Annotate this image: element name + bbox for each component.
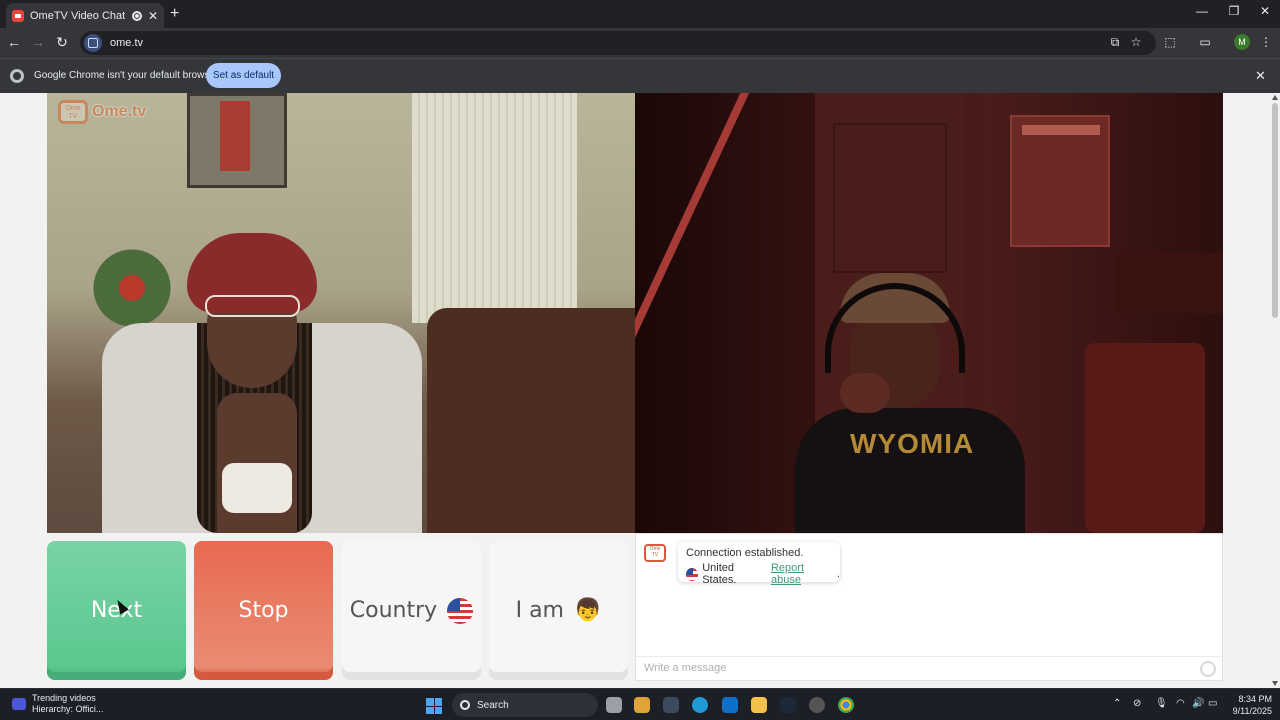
ometv-logo: Ome TV Ome.tv bbox=[58, 100, 146, 124]
forward-arrow-icon[interactable]: → bbox=[28, 34, 48, 50]
reload-icon[interactable]: ↻ bbox=[52, 34, 72, 51]
partner-person bbox=[177, 233, 357, 533]
us-flag-icon bbox=[686, 567, 699, 581]
new-tab-button[interactable]: + bbox=[170, 5, 179, 23]
microphone-icon[interactable]: 🎙 bbox=[1155, 698, 1168, 709]
window-blinds bbox=[412, 93, 577, 323]
lightsaber bbox=[635, 93, 753, 359]
sofa bbox=[427, 308, 635, 533]
wall-picture bbox=[187, 93, 287, 188]
scroll-thumb[interactable] bbox=[1272, 103, 1278, 318]
shirt-print: WYOMIA bbox=[850, 428, 975, 459]
volume-icon[interactable]: 🔊 bbox=[1192, 698, 1204, 709]
ometv-logo-icon: Ome TV bbox=[58, 100, 88, 124]
shelf bbox=[1115, 253, 1223, 313]
side-panel-icon[interactable]: ▭ bbox=[1196, 35, 1214, 49]
back-arrow-icon[interactable]: ← bbox=[4, 34, 24, 50]
country-label: Country bbox=[349, 598, 438, 623]
taskbar-search[interactable]: Search bbox=[452, 693, 598, 717]
connection-status: Connection established. bbox=[686, 547, 804, 559]
us-flag-icon bbox=[447, 597, 474, 624]
clock[interactable]: 8:34 PM 9/11/2025 bbox=[1226, 693, 1272, 717]
wall-poster bbox=[1010, 115, 1110, 247]
menu-kebab-icon[interactable]: ⋮ bbox=[1257, 35, 1275, 49]
url-text: ome.tv bbox=[110, 37, 144, 49]
browser-toolbar: ← → ↻ ome.tv ⧉ ☆ ⬚ ▭ M ⋮ bbox=[0, 28, 1280, 58]
recording-icon bbox=[131, 10, 142, 21]
cast-icon[interactable]: ⧉ bbox=[1106, 35, 1124, 50]
partner-video: Ome TV Ome.tv bbox=[47, 93, 635, 533]
ometv-page: Ome TV Ome.tv WYOMIA Next Stop Country I… bbox=[0, 93, 1280, 688]
country-button[interactable]: Country bbox=[342, 541, 481, 680]
start-windows-icon[interactable] bbox=[426, 698, 442, 714]
file-explorer-icon[interactable] bbox=[751, 697, 767, 713]
address-bar[interactable]: ome.tv bbox=[80, 31, 1156, 55]
scroll-down-icon[interactable] bbox=[1272, 681, 1278, 686]
task-view-icon[interactable] bbox=[606, 697, 622, 713]
tab-title: OmeTV Video Chat — Ome bbox=[30, 9, 126, 22]
search-icon bbox=[460, 700, 470, 710]
system-message: Connection established. United States. R… bbox=[678, 542, 840, 586]
news-subtitle: Hierarchy: Offici... bbox=[32, 704, 104, 714]
ometv-logo-text: Ome.tv bbox=[92, 103, 147, 120]
wifi-icon[interactable]: ◠ bbox=[1176, 698, 1185, 709]
store-icon[interactable] bbox=[634, 697, 650, 713]
infobar-message: Google Chrome isn't your default browser bbox=[34, 70, 219, 81]
report-abuse-link[interactable]: Report abuse bbox=[771, 562, 833, 586]
gender-label: I am bbox=[515, 598, 564, 623]
message-input[interactable]: Write a message bbox=[636, 656, 1222, 680]
edge-icon[interactable] bbox=[692, 697, 708, 713]
ometv-bot-icon: Ome TV bbox=[644, 544, 666, 562]
stop-button[interactable]: Stop bbox=[194, 541, 333, 680]
gaming-chair bbox=[1085, 343, 1205, 533]
page-scrollbar[interactable] bbox=[1270, 93, 1280, 688]
partner-country: United States. bbox=[702, 562, 737, 586]
self-person: WYOMIA bbox=[795, 273, 1025, 533]
chrome-logo-icon bbox=[10, 69, 24, 83]
network-off-icon[interactable]: ⊘ bbox=[1133, 698, 1141, 709]
app2-icon[interactable] bbox=[809, 697, 825, 713]
tray-chevron-icon[interactable]: ⌃ bbox=[1113, 698, 1121, 709]
bookmark-star-icon[interactable]: ☆ bbox=[1127, 35, 1145, 49]
set-as-default-button[interactable]: Set as default bbox=[206, 63, 281, 88]
clock-date: 9/11/2025 bbox=[1232, 706, 1272, 716]
ometv-favicon-icon bbox=[12, 9, 24, 22]
app-icon[interactable] bbox=[663, 697, 679, 713]
flower-plant bbox=[87, 243, 177, 333]
infobar-close-button[interactable]: ✕ bbox=[1255, 68, 1266, 84]
emoji-icon[interactable] bbox=[1200, 661, 1216, 677]
steam-icon[interactable] bbox=[780, 697, 796, 713]
boy-icon: 👦 bbox=[574, 598, 602, 623]
scroll-up-icon[interactable] bbox=[1272, 95, 1278, 100]
news-widget[interactable]: Trending videos Hierarchy: Offici... bbox=[12, 693, 103, 715]
minimize-button[interactable]: — bbox=[1187, 4, 1217, 18]
news-title: Trending videos bbox=[32, 693, 96, 703]
default-browser-infobar: Google Chrome isn't your default browser… bbox=[0, 58, 1280, 93]
site-info-icon[interactable] bbox=[84, 34, 102, 52]
windows-taskbar: Trending videos Hierarchy: Offici... Sea… bbox=[0, 688, 1280, 720]
clock-time: 8:34 PM bbox=[1238, 694, 1272, 704]
battery-icon[interactable]: ▭ bbox=[1208, 698, 1217, 709]
extensions-icon[interactable]: ⬚ bbox=[1161, 35, 1179, 49]
tab-strip: OmeTV Video Chat — Ome ✕ + — ❐ ✕ bbox=[0, 0, 1280, 28]
video-icon bbox=[12, 698, 26, 710]
chrome-taskbar-icon[interactable] bbox=[838, 697, 854, 713]
profile-avatar[interactable]: M bbox=[1234, 34, 1250, 50]
stop-label: Stop bbox=[238, 598, 289, 623]
restore-button[interactable]: ❐ bbox=[1219, 4, 1249, 18]
self-video: WYOMIA bbox=[635, 93, 1223, 533]
next-button[interactable]: Next bbox=[47, 541, 186, 680]
window-close-button[interactable]: ✕ bbox=[1250, 4, 1280, 18]
chat-panel: Ome TV Connection established. United St… bbox=[635, 533, 1223, 681]
gender-button[interactable]: I am 👦 bbox=[489, 541, 628, 680]
tab-ometv[interactable]: OmeTV Video Chat — Ome ✕ bbox=[6, 3, 164, 28]
tab-close-button[interactable]: ✕ bbox=[148, 9, 158, 23]
search-label: Search bbox=[477, 699, 509, 711]
outlook-icon[interactable] bbox=[722, 697, 738, 713]
